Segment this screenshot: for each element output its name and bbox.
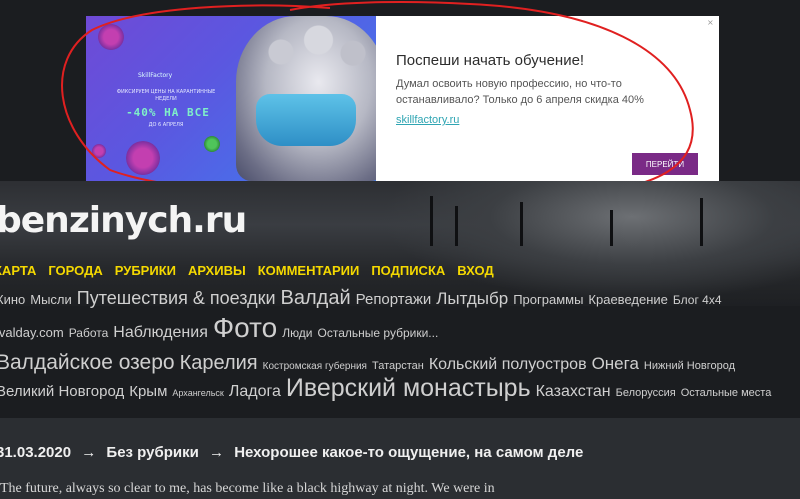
place-link[interactable]: Крым [129, 383, 167, 400]
rubric-link[interactable]: Программы [513, 292, 583, 307]
site-title[interactable]: benzinych.ru [0, 200, 247, 241]
post-title[interactable]: Нехорошее какое-то ощущение, на самом де… [234, 444, 583, 461]
place-link[interactable]: Онега [592, 354, 639, 373]
nav-item-rubrics[interactable]: РУБРИКИ [115, 263, 176, 278]
nav-item-map[interactable]: КАРТА [0, 263, 36, 278]
place-link[interactable]: Татарстан [372, 360, 424, 372]
place-link[interactable]: Казахстан [536, 383, 611, 400]
nav-item-comments[interactable]: КОММЕНТАРИИ [258, 263, 360, 278]
rubric-cloud-row-2: ivalday.com Работа Наблюдения Фото Люди Остал… [0, 314, 443, 342]
ad-link[interactable]: skillfactory.ru [396, 114, 459, 126]
tree-silhouette [455, 206, 458, 246]
ad-go-button[interactable]: ПЕРЕЙТИ [632, 153, 698, 175]
rubric-link[interactable]: Краеведение [588, 292, 667, 307]
arrow-icon: → [81, 444, 97, 461]
rubric-link[interactable]: Люди [282, 326, 312, 340]
rubric-link[interactable]: Наблюдения [113, 324, 208, 341]
rubric-link[interactable]: Лытдыбр [436, 289, 508, 308]
virus-decoration [98, 24, 124, 50]
ad-banner[interactable]: SkillFactory Фиксируем цены на карантинн… [86, 16, 719, 181]
nav-item-login[interactable]: ВХОД [457, 263, 493, 278]
place-cloud-row-1: Валдайское озеро Карелия Костромская губер… [0, 352, 740, 373]
rubric-link[interactable]: Фото [213, 312, 277, 343]
tree-silhouette [520, 202, 523, 246]
ad-title: Поспеши начать обучение! [396, 52, 585, 69]
place-link[interactable]: Нижний Новгород [644, 360, 735, 372]
post-header: 31.03.2020 → Без рубрики → Нехорошее как… [0, 444, 589, 461]
place-link[interactable]: Архангельск [172, 388, 223, 398]
place-cloud-row-2: Великий Новгород Крым Архангельск Ладога Иве… [0, 376, 776, 401]
rubric-link[interactable]: Валдай [281, 287, 351, 309]
nav-item-cities[interactable]: ГОРОДА [48, 263, 102, 278]
rubric-link[interactable]: Работа [69, 326, 109, 340]
place-link[interactable]: Валдайское озеро [0, 351, 175, 374]
tree-silhouette [700, 198, 703, 246]
ad-text: Думал освоить новую профессию, но что-то… [396, 78, 644, 106]
post-excerpt: The future, always so clear to me, has b… [0, 481, 495, 496]
rubric-link[interactable]: Путешествия & поездки [77, 288, 276, 308]
statue-hair [236, 16, 376, 76]
nav-item-archives[interactable]: АРХИВЫ [188, 263, 246, 278]
place-link[interactable]: Иверский монастырь [286, 374, 531, 402]
close-icon[interactable]: × [707, 18, 714, 27]
header-background-image [380, 181, 800, 301]
post-date[interactable]: 31.03.2020 [0, 444, 71, 461]
rubric-link[interactable]: ivalday.com [0, 325, 64, 340]
ad-promo-small: Фиксируем цены на карантинные недели [116, 89, 216, 102]
place-link[interactable]: Костромская губерния [263, 361, 367, 372]
face-mask [256, 94, 356, 146]
place-link[interactable]: Ладога [229, 383, 281, 400]
place-link[interactable]: Кольский полуостров [429, 356, 587, 373]
place-link[interactable]: Белоруссия [616, 387, 676, 399]
main-nav: КАРТА ГОРОДА РУБРИКИ АРХИВЫ КОММЕНТАРИИ … [0, 263, 506, 278]
tree-silhouette [430, 196, 433, 246]
nav-item-subscribe[interactable]: ПОДПИСКА [371, 263, 445, 278]
rubric-link[interactable]: Остальные рубрики... [318, 326, 439, 340]
place-link[interactable]: Карелия [180, 352, 258, 374]
arrow-icon: → [209, 444, 225, 461]
rubric-cloud-row-1: Кино Мысли Путешествия & поездкиВалдай Репо… [0, 288, 727, 308]
tree-silhouette [610, 210, 613, 246]
virus-decoration [92, 144, 106, 158]
virus-decoration [204, 136, 220, 152]
virus-decoration [126, 141, 160, 175]
post-category[interactable]: Без рубрики [106, 444, 198, 461]
rubric-link[interactable]: Мысли [30, 292, 72, 307]
rubric-link[interactable]: Репортажи [356, 291, 432, 308]
ad-image[interactable]: SkillFactory Фиксируем цены на карантинн… [86, 16, 376, 181]
ad-promo-date: до 6 апреля [148, 122, 184, 128]
rubric-link[interactable]: Кино [0, 292, 25, 307]
ad-promo-discount: -40% НА ВСЕ [126, 106, 210, 119]
rubric-link[interactable]: Блог 4x4 [673, 293, 722, 307]
ad-logo: SkillFactory [138, 72, 173, 79]
place-link[interactable]: Остальные места [681, 387, 772, 399]
place-link[interactable]: Великий Новгород [0, 383, 124, 400]
